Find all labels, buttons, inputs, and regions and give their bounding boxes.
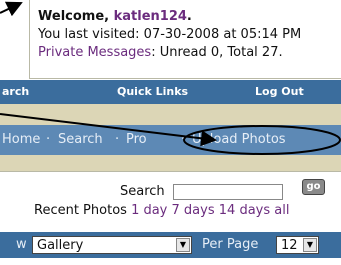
arrow-icon [0, 1, 23, 17]
arrow-icon [0, 113, 217, 147]
annotation-overlay [0, 1, 341, 155]
